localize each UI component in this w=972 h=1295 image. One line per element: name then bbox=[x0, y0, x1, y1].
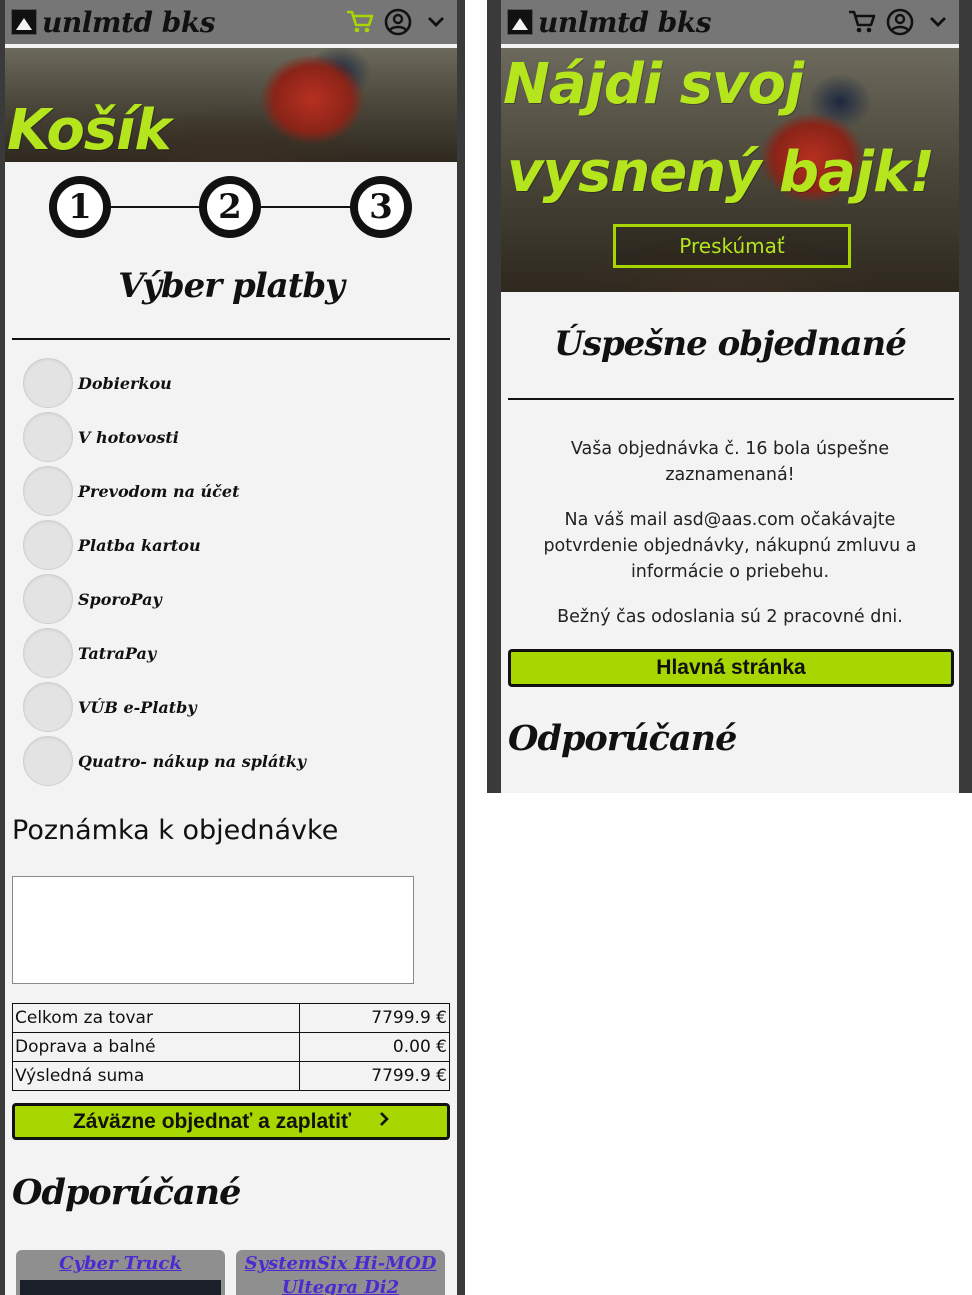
account-icon[interactable] bbox=[383, 7, 413, 37]
table-row: Výsledná suma 7799.9 € bbox=[12, 1061, 450, 1091]
chevron-down-icon[interactable] bbox=[421, 7, 451, 37]
brand-name[interactable]: unlmtd bks bbox=[538, 6, 711, 39]
totals-value: 0.00 € bbox=[299, 1032, 450, 1062]
payment-divider bbox=[12, 338, 450, 340]
recommended-title: Odporúčané bbox=[508, 718, 737, 759]
table-row: Celkom za tovar 7799.9 € bbox=[12, 1003, 450, 1033]
payment-radio[interactable] bbox=[23, 574, 73, 624]
confirmation-phone-frame: unlmtd bks Nájdi svoj vysnený bajk! Pres… bbox=[487, 0, 972, 793]
payment-option-label: Dobierkou bbox=[78, 373, 172, 393]
submit-order-button[interactable]: Záväzne objednať a zaplatiť bbox=[12, 1103, 450, 1140]
order-totals-table: Celkom za tovar 7799.9 € Doprava a balné 0… bbox=[12, 1003, 450, 1091]
payment-radio[interactable] bbox=[23, 736, 73, 786]
payment-radio[interactable] bbox=[23, 628, 73, 678]
explore-button[interactable]: Preskúmať bbox=[613, 224, 851, 268]
chevron-down-icon[interactable] bbox=[923, 7, 953, 37]
payment-option-transfer[interactable]: Prevodom na účet bbox=[23, 466, 239, 516]
brand-logo-icon[interactable] bbox=[11, 9, 37, 35]
checkout-steps: 1 2 3 bbox=[5, 172, 457, 242]
payment-option-quatro[interactable]: Quatro- nákup na splátky bbox=[23, 736, 306, 786]
order-note-field[interactable] bbox=[12, 876, 414, 984]
payment-radio[interactable] bbox=[23, 520, 73, 570]
cart-icon[interactable] bbox=[345, 7, 375, 37]
payment-option-card[interactable]: Platba kartou bbox=[23, 520, 201, 570]
payment-option-label: TatraPay bbox=[78, 643, 157, 663]
payment-option-label: V hotovosti bbox=[78, 427, 179, 447]
hero-title-line-1: Nájdi svoj bbox=[503, 52, 804, 117]
recommended-card-link[interactable]: Cyber Truck bbox=[16, 1250, 225, 1276]
email-confirmation-message: Na váš mail asd@aas.com očakávajte potvr… bbox=[543, 510, 917, 582]
top-navigation-bar: unlmtd bks bbox=[5, 0, 457, 44]
hero-title-line-2: vysnený bajk! bbox=[507, 140, 935, 205]
totals-label: Celkom za tovar bbox=[12, 1003, 300, 1033]
payment-option-label: Platba kartou bbox=[78, 535, 201, 555]
success-title: Úspešne objednané bbox=[554, 324, 907, 364]
account-icon[interactable] bbox=[885, 7, 915, 37]
cart-icon[interactable] bbox=[847, 7, 877, 37]
payment-radio[interactable] bbox=[23, 358, 73, 408]
cart-hero-banner: Košík bbox=[5, 48, 457, 162]
recommended-card-link[interactable]: SystemSix Hi-MOD Ultegra Di2 bbox=[236, 1250, 445, 1295]
product-image bbox=[20, 1280, 221, 1295]
payment-option-label: VÚB e-Platby bbox=[78, 697, 197, 717]
step-2: 2 bbox=[199, 176, 261, 238]
order-note-label: Poznámka k objednávke bbox=[12, 815, 339, 846]
recommended-card[interactable]: SystemSix Hi-MOD Ultegra Di2 bbox=[236, 1250, 445, 1295]
confirmation-screen: unlmtd bks Nájdi svoj vysnený bajk! Pres… bbox=[501, 0, 959, 793]
payment-radio[interactable] bbox=[23, 412, 73, 462]
top-navigation-bar: unlmtd bks bbox=[501, 0, 959, 44]
checkout-screen: unlmtd bks Košík 1 2 3 Výber platby Dobi… bbox=[5, 0, 457, 1295]
totals-label: Doprava a balné bbox=[12, 1032, 300, 1062]
brand-logo-icon[interactable] bbox=[507, 9, 533, 35]
recommended-title: Odporúčané bbox=[12, 1172, 241, 1213]
payment-radio[interactable] bbox=[23, 466, 73, 516]
success-divider bbox=[508, 398, 954, 400]
totals-value: 7799.9 € bbox=[299, 1003, 450, 1033]
cart-hero-title: Košík bbox=[7, 98, 172, 162]
payment-option-tatrapay[interactable]: TatraPay bbox=[23, 628, 156, 678]
home-page-button[interactable]: Hlavná stránka bbox=[508, 649, 954, 687]
payment-option-label: Quatro- nákup na splátky bbox=[78, 751, 307, 771]
submit-order-label: Záväzne objednať a zaplatiť bbox=[72, 1109, 352, 1133]
step-1: 1 bbox=[49, 176, 111, 238]
payment-option-sporopay[interactable]: SporoPay bbox=[23, 574, 162, 624]
recommended-card[interactable]: Cyber Truck bbox=[16, 1250, 225, 1295]
checkout-phone-frame: unlmtd bks Košík 1 2 3 Výber platby Dobi… bbox=[0, 0, 465, 1295]
payment-option-label: Prevodom na účet bbox=[78, 481, 240, 501]
shipping-time-message: Bežný čas odoslania sú 2 pracovné dni. bbox=[557, 607, 903, 627]
payment-option-label: SporoPay bbox=[78, 589, 162, 609]
brand-name[interactable]: unlmtd bks bbox=[42, 6, 215, 39]
payment-title: Výber platby bbox=[118, 266, 345, 306]
payment-option-cod[interactable]: Dobierkou bbox=[23, 358, 172, 408]
payment-option-vub[interactable]: VÚB e-Platby bbox=[23, 682, 197, 732]
payment-radio[interactable] bbox=[23, 682, 73, 732]
order-confirmation-message: Vaša objednávka č. 16 bola úspešne zazna… bbox=[570, 439, 890, 485]
payment-option-cash[interactable]: V hotovosti bbox=[23, 412, 179, 462]
totals-label: Výsledná suma bbox=[12, 1061, 300, 1091]
chevron-right-icon bbox=[379, 1110, 389, 1133]
totals-value: 7799.9 € bbox=[299, 1061, 450, 1091]
home-hero-banner: Nájdi svoj vysnený bajk! Preskúmať bbox=[501, 48, 959, 292]
step-3: 3 bbox=[350, 176, 412, 238]
table-row: Doprava a balné 0.00 € bbox=[12, 1032, 450, 1062]
